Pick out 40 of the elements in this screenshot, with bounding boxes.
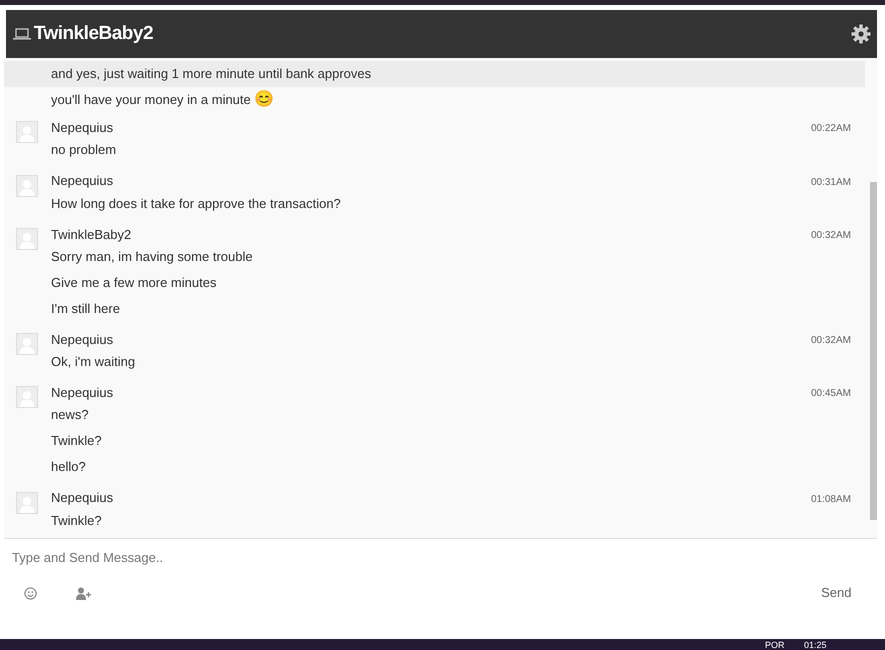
message-text: Twinkle?: [51, 512, 102, 530]
sender-name: TwinkleBaby2: [51, 226, 132, 244]
message-time: 00:31AM: [810, 176, 851, 190]
message-text: Sorry man, im having some trouble: [51, 248, 253, 266]
clock: 01:25: [804, 639, 826, 650]
message-text: I'm still here: [51, 300, 120, 318]
message-time: 00:22AM: [810, 122, 851, 136]
message-time: 00:32AM: [810, 334, 851, 348]
send-button[interactable]: Send: [815, 582, 858, 604]
smiley-icon[interactable]: [24, 586, 36, 600]
settings-icon[interactable]: [850, 24, 870, 44]
avatar-icon: [16, 333, 38, 355]
avatar-icon: [16, 228, 38, 250]
message-time: 00:32AM: [810, 228, 851, 243]
avatar-icon: [16, 174, 38, 196]
scrollbar-thumb[interactable]: [870, 182, 877, 520]
message-text: you'll have your money in a minute: [51, 91, 251, 109]
language-indicator[interactable]: POR: [764, 639, 784, 650]
sender-name: Nepequius: [51, 172, 114, 190]
avatar-icon: [16, 386, 38, 408]
message-text: Twinkle?: [51, 432, 102, 450]
laptop-icon: [12, 28, 30, 40]
message-text: Ok, i'm waiting: [51, 353, 136, 371]
avatar-icon: [16, 121, 38, 144]
sender-name: Nepequius: [51, 119, 114, 137]
message-text: news?: [51, 406, 89, 424]
avatar-icon: [16, 492, 38, 514]
emoji: 😊: [254, 90, 274, 110]
sender-name: Nepequius: [51, 330, 114, 349]
message-text: no problem: [51, 141, 116, 160]
message-text: hello?: [51, 458, 86, 476]
message-time: 01:08AM: [810, 492, 851, 506]
message-text: Give me a few more minutes: [51, 274, 216, 292]
chat-title: TwinkleBaby2: [34, 22, 154, 46]
message-time: 00:45AM: [810, 387, 851, 402]
add-user-icon[interactable]: [76, 586, 90, 600]
message-text: How long does it take for approve the transaction?: [51, 194, 341, 213]
sender-name: Nepequius: [51, 384, 114, 402]
sender-name: Nepequius: [51, 489, 114, 508]
message-text: and yes, just waiting 1 more minute until bank approves: [51, 65, 372, 83]
